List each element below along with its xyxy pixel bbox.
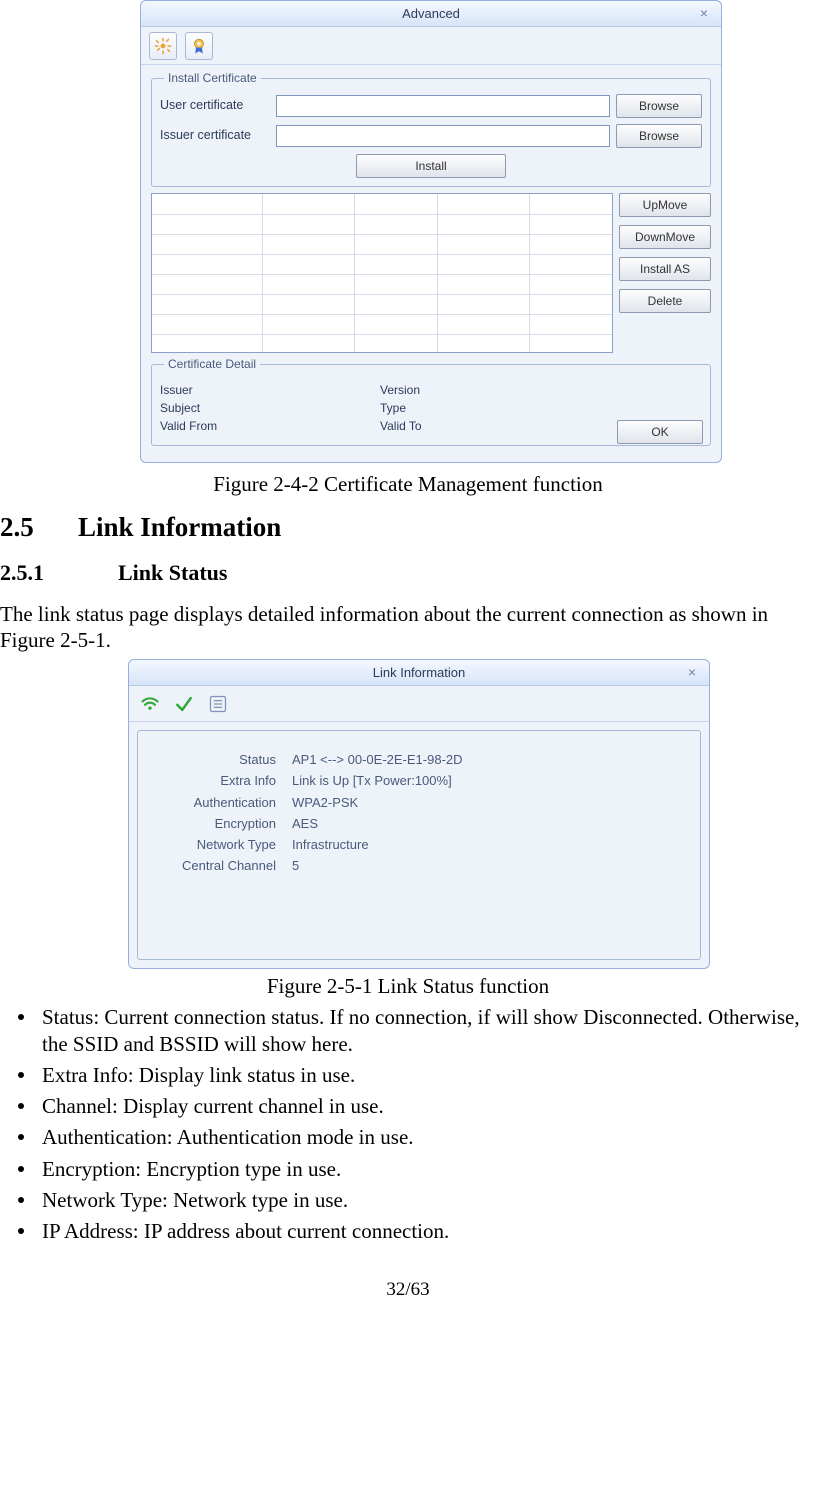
section-number: 2.5 xyxy=(0,511,78,545)
link-info-dialog: Link Information × Status AP1 <--> 00-0E… xyxy=(128,659,710,969)
subsection-number: 2.5.1 xyxy=(0,559,118,587)
info-label: Authentication xyxy=(150,795,292,811)
info-value: AES xyxy=(292,816,688,832)
paragraph-1: The link status page displays detailed i… xyxy=(0,601,816,654)
details-legend: Certificate Detail xyxy=(164,357,260,372)
install-as-button[interactable]: Install AS xyxy=(619,257,711,281)
info-label: Network Type xyxy=(150,837,292,853)
install-button[interactable]: Install xyxy=(356,154,506,178)
info-value: WPA2-PSK xyxy=(292,795,688,811)
info-row: Encryption AES xyxy=(150,816,688,832)
list-item: Network Type: Network type in use. xyxy=(30,1187,816,1213)
list-item: Encryption: Encryption type in use. xyxy=(30,1156,816,1182)
link-info-panel: Status AP1 <--> 00-0E-2E-E1-98-2D Extra … xyxy=(137,730,701,960)
certificate-icon[interactable] xyxy=(185,32,213,60)
detail-subject-label: Subject xyxy=(160,401,380,416)
close-icon[interactable]: × xyxy=(695,5,713,23)
info-row: Authentication WPA2-PSK xyxy=(150,795,688,811)
info-label: Extra Info xyxy=(150,773,292,789)
info-value: AP1 <--> 00-0E-2E-E1-98-2D xyxy=(292,752,688,768)
list-item: Status: Current connection status. If no… xyxy=(30,1004,816,1057)
list-item: Extra Info: Display link status in use. xyxy=(30,1062,816,1088)
cert-list-area: UpMove DownMove Install AS Delete xyxy=(151,193,711,353)
cert-listbox[interactable] xyxy=(151,193,613,353)
detail-validto-label: Valid To xyxy=(380,419,600,434)
info-label: Central Channel xyxy=(150,858,292,874)
section-heading: 2.5Link Information xyxy=(0,511,816,545)
dialog-titlebar: Advanced × xyxy=(141,1,721,27)
dialog-titlebar: Link Information × xyxy=(129,660,709,686)
ok-button[interactable]: OK xyxy=(617,420,703,444)
check-icon[interactable] xyxy=(171,691,197,717)
list-item: Authentication: Authentication mode in u… xyxy=(30,1124,816,1150)
info-label: Encryption xyxy=(150,816,292,832)
delete-button[interactable]: Delete xyxy=(619,289,711,313)
wifi-icon[interactable] xyxy=(137,691,163,717)
list-item: Channel: Display current channel in use. xyxy=(30,1093,816,1119)
list-icon[interactable] xyxy=(205,691,231,717)
info-value: Infrastructure xyxy=(292,837,688,853)
user-cert-input[interactable] xyxy=(276,95,610,117)
toolbar xyxy=(129,686,709,722)
detail-validfrom-label: Valid From xyxy=(160,419,380,434)
browse-issuer-button[interactable]: Browse xyxy=(616,124,702,148)
detail-issuer-label: Issuer xyxy=(160,383,380,398)
install-certificate-group: Install Certificate User certificate Bro… xyxy=(151,71,711,187)
figure-caption-1: Figure 2-4-2 Certificate Management func… xyxy=(0,471,816,497)
close-icon[interactable]: × xyxy=(683,664,701,682)
figure-caption-2: Figure 2-5-1 Link Status function xyxy=(0,973,816,999)
subsection-heading: 2.5.1Link Status xyxy=(0,559,816,587)
section-title: Link Information xyxy=(78,512,281,542)
group-legend: Install Certificate xyxy=(164,71,261,86)
list-item: IP Address: IP address about current con… xyxy=(30,1218,816,1244)
info-value: 5 xyxy=(292,858,688,874)
info-row: Status AP1 <--> 00-0E-2E-E1-98-2D xyxy=(150,752,688,768)
advanced-dialog: Advanced × Install Certificate User cert… xyxy=(140,0,722,463)
issuer-cert-input[interactable] xyxy=(276,125,610,147)
downmove-button[interactable]: DownMove xyxy=(619,225,711,249)
info-label: Status xyxy=(150,752,292,768)
dialog-title: Advanced xyxy=(402,6,460,21)
user-cert-label: User certificate xyxy=(160,98,270,114)
detail-version-label: Version xyxy=(380,383,600,398)
dialog-title: Link Information xyxy=(373,665,466,680)
page-number: 32/63 xyxy=(0,1278,816,1302)
info-row: Network Type Infrastructure xyxy=(150,837,688,853)
toolbar xyxy=(141,27,721,65)
browse-user-button[interactable]: Browse xyxy=(616,94,702,118)
info-row: Central Channel 5 xyxy=(150,858,688,874)
upmove-button[interactable]: UpMove xyxy=(619,193,711,217)
bullet-list: Status: Current connection status. If no… xyxy=(0,1004,816,1244)
gear-icon[interactable] xyxy=(149,32,177,60)
subsection-title: Link Status xyxy=(118,560,227,585)
info-row: Extra Info Link is Up [Tx Power:100%] xyxy=(150,773,688,789)
issuer-cert-label: Issuer certificate xyxy=(160,128,270,144)
info-value: Link is Up [Tx Power:100%] xyxy=(292,773,688,789)
detail-type-label: Type xyxy=(380,401,600,416)
